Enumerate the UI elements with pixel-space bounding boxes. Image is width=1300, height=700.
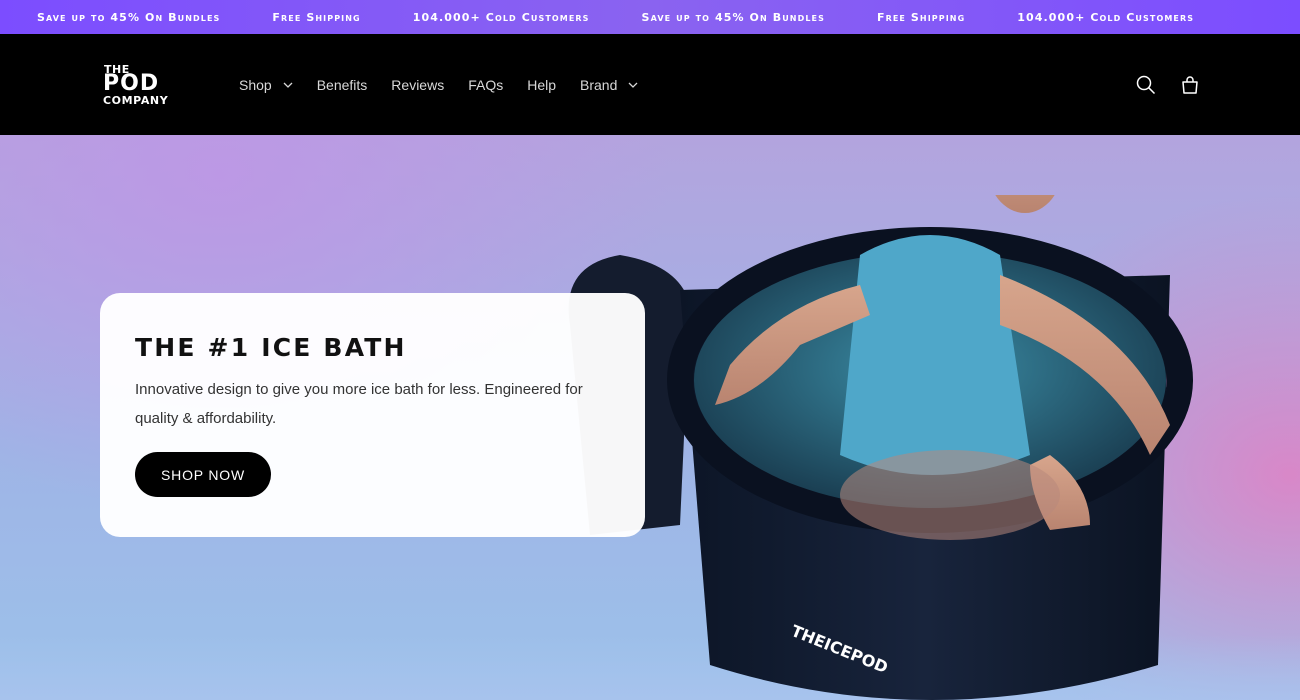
nav-item-help[interactable]: Help <box>527 77 556 93</box>
nav-item-faqs[interactable]: FAQs <box>468 77 503 93</box>
announcement-bar: Save up to 45% On Bundles Free Shipping … <box>0 0 1300 34</box>
cart-icon <box>1182 76 1198 94</box>
announcement-track: Save up to 45% On Bundles Free Shipping … <box>37 0 1246 34</box>
search-icon <box>1136 75 1156 95</box>
hero-card: THE #1 ICE BATH Innovative design to giv… <box>100 293 645 537</box>
cart-button[interactable] <box>1179 74 1201 96</box>
nav-item-reviews[interactable]: Reviews <box>391 77 444 93</box>
chevron-down-icon <box>283 80 293 90</box>
announcement-item: Save up to 45% On Bundles <box>37 10 221 24</box>
shop-now-button[interactable]: SHOP NOW <box>135 452 271 497</box>
nav-item-shop[interactable]: Shop <box>239 77 293 93</box>
brand-logo[interactable]: THE POD COMPANY <box>103 64 198 106</box>
nav-item-label: Brand <box>580 77 618 93</box>
announcement-item: Free Shipping <box>876 10 966 24</box>
announcement-item: 104.000+ Cold Customers <box>412 10 590 24</box>
announcement-item: Save up to 45% On Bundles <box>641 10 825 24</box>
nav-item-label: Reviews <box>391 77 445 93</box>
logo-line-2: POD <box>103 71 160 96</box>
hero-title: THE #1 ICE BATH <box>135 333 407 362</box>
announcement-item: 104.000+ Cold Customers <box>1017 10 1195 24</box>
nav-item-benefits[interactable]: Benefits <box>317 77 368 93</box>
logo-line-3: COMPANY <box>103 94 169 107</box>
nav-item-label: Shop <box>239 77 272 93</box>
nav-item-label: Help <box>527 77 557 93</box>
nav-item-label: FAQs <box>468 77 504 93</box>
nav-item-brand[interactable]: Brand <box>580 77 638 93</box>
search-button[interactable] <box>1135 74 1157 96</box>
nav-item-label: Benefits <box>316 77 368 93</box>
site-header: THE POD COMPANY Shop Benefits Reviews FA… <box>0 34 1300 135</box>
announcement-item: Free Shipping <box>272 10 361 24</box>
hero-description: Innovative design to give you more ice b… <box>135 381 583 427</box>
hero-banner: THEICEPOD THE #1 ICE BATH Innovative des… <box>0 135 1300 700</box>
main-nav: Shop Benefits Reviews FAQs Help Brand <box>239 75 662 95</box>
chevron-down-icon <box>628 80 638 90</box>
